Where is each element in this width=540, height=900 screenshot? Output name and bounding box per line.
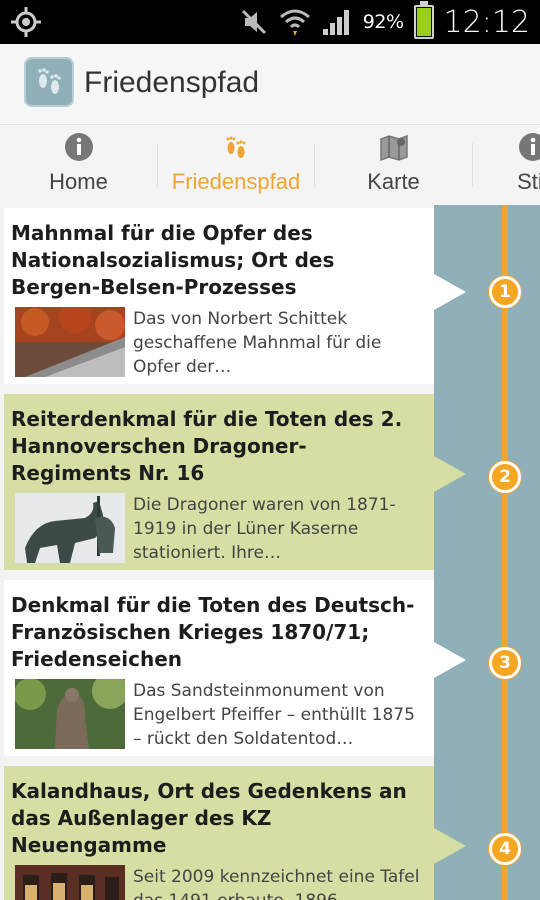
tab-home[interactable]: Home <box>0 125 157 205</box>
signal-icon <box>322 10 349 35</box>
station-title: Denkmal für die Toten des Deutsch-Franzö… <box>11 593 415 671</box>
tab-label: Stif <box>517 169 540 194</box>
info-icon <box>519 133 540 161</box>
station-list[interactable]: Mahnmal für die Opfer des Nationalsozial… <box>0 205 540 900</box>
gps-icon <box>11 7 41 37</box>
tab-label: Home <box>49 169 108 194</box>
battery-percent: 92% <box>362 11 404 33</box>
app-title: Friedenspfad <box>84 66 260 99</box>
station-thumbnail <box>15 493 125 563</box>
station-title: Reiterdenkmal für die Toten des 2. Hanno… <box>11 407 403 485</box>
battery-icon <box>413 1 434 39</box>
station-number-badge: 2 <box>489 461 521 493</box>
station-title: Kalandhaus, Ort des Gedenkens an das Auß… <box>11 779 407 857</box>
station-number-badge: 1 <box>489 276 521 308</box>
station-thumbnail <box>15 679 125 749</box>
clock: 12:12 <box>443 4 530 40</box>
status-bar: 92% 12:12 <box>0 0 540 44</box>
footprints-icon <box>226 136 246 158</box>
station-number-badge: 3 <box>489 647 521 679</box>
map-icon <box>379 134 408 162</box>
mute-icon <box>241 9 266 35</box>
app-logo-icon[interactable] <box>24 57 74 107</box>
action-bar: Friedenspfad <box>0 44 540 124</box>
tab-friedenspfad[interactable]: Friedenspfad <box>158 125 314 205</box>
station-thumbnail <box>15 307 125 377</box>
station-description: Seit 2009 kennzeichnet eine Tafel das 14… <box>133 867 420 900</box>
station-description: Die Dragoner waren von 1871-1919 in der … <box>133 495 396 563</box>
tab-bar: Home Friedenspfad Karte Stif <box>0 124 540 206</box>
station-number-badge: 4 <box>489 833 521 865</box>
station-card[interactable]: Mahnmal für die Opfer des Nationalsozial… <box>4 208 466 384</box>
tab-label: Friedenspfad <box>171 169 301 194</box>
timeline-line <box>502 205 508 900</box>
tab-stiftung[interactable]: Stif <box>473 125 540 205</box>
station-thumbnail <box>15 865 125 900</box>
station-card[interactable]: Kalandhaus, Ort des Gedenkens an das Auß… <box>4 766 466 900</box>
station-description: Das Sandsteinmonument von Engelbert Pfei… <box>133 681 415 749</box>
tab-karte[interactable]: Karte <box>315 125 472 205</box>
station-card[interactable]: Denkmal für die Toten des Deutsch-Franzö… <box>4 580 466 756</box>
info-icon <box>64 133 93 161</box>
station-title: Mahnmal für die Opfer des Nationalsozial… <box>11 221 335 299</box>
wifi-icon <box>279 9 310 36</box>
station-card[interactable]: Reiterdenkmal für die Toten des 2. Hanno… <box>4 394 466 570</box>
tab-label: Karte <box>367 169 420 194</box>
station-description: Das von Norbert Schittek geschaffene Mah… <box>133 309 382 377</box>
